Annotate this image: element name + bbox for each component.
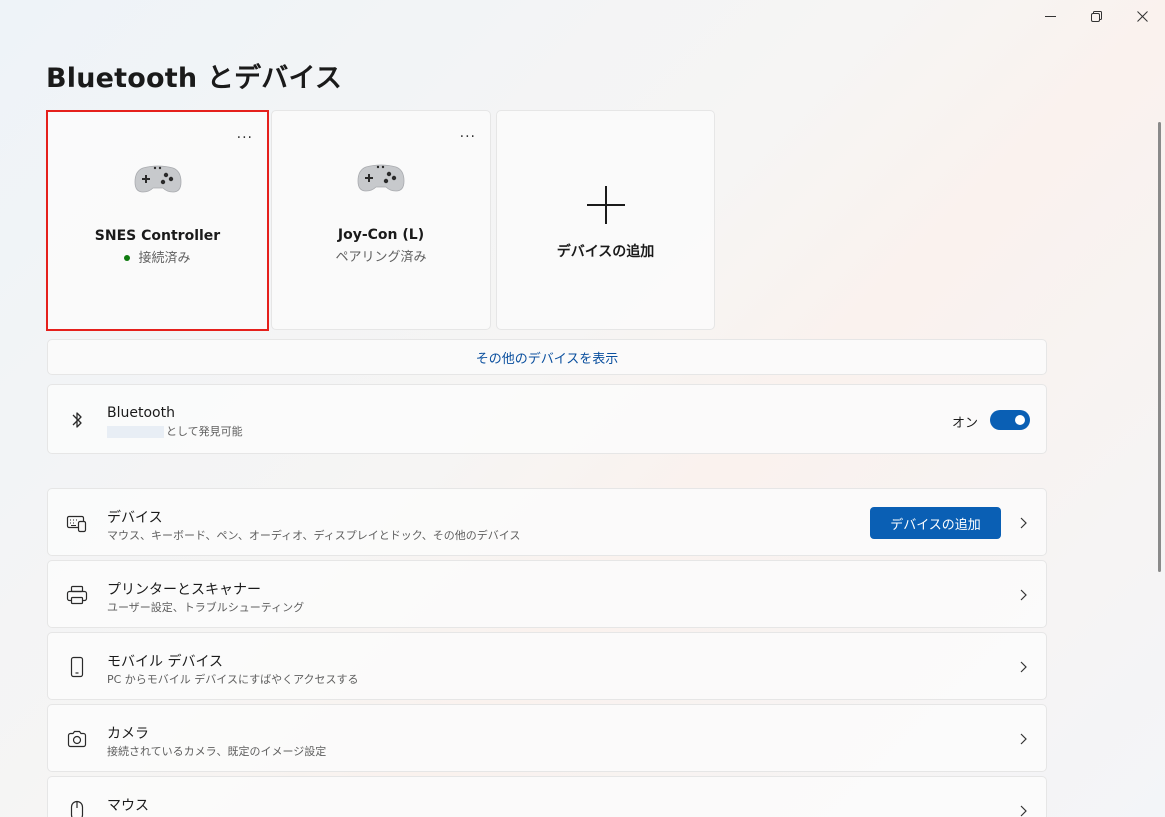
- row-subtitle: PC からモバイル デバイスにすばやくアクセスする: [107, 673, 359, 686]
- close-icon: [1136, 10, 1148, 22]
- add-device-button[interactable]: デバイスの追加: [870, 507, 1001, 539]
- restore-button[interactable]: [1073, 0, 1119, 32]
- row-title: モバイル デバイス: [107, 654, 224, 670]
- chevron-right-icon: [1020, 805, 1027, 817]
- bluetooth-row: Bluetooth として発見可能 オン: [47, 384, 1047, 454]
- bluetooth-toggle-label: オン: [951, 416, 978, 431]
- keyboard-icon: [66, 515, 87, 533]
- device-status-text: 接続済み: [138, 251, 191, 266]
- settings-row-printers[interactable]: プリンターとスキャナー ユーザー設定、トラブルシューティング: [47, 560, 1047, 628]
- chevron-right-icon: [1020, 661, 1027, 673]
- device-name: Joy-Con (L): [337, 227, 425, 243]
- redacted-device-name: [107, 426, 164, 438]
- add-device-card[interactable]: デバイスの追加: [496, 110, 715, 330]
- add-device-label: デバイスの追加: [556, 244, 655, 260]
- device-status: 接続済み: [48, 247, 267, 266]
- row-title: マウス: [107, 798, 149, 814]
- window-controls: [1027, 0, 1165, 32]
- show-more-devices-button[interactable]: その他のデバイスを表示: [47, 339, 1047, 375]
- gamepad-icon: [357, 164, 405, 192]
- bluetooth-toggle[interactable]: [990, 410, 1030, 430]
- toggle-knob: [1015, 415, 1025, 425]
- device-card-joy-con[interactable]: ... Joy-Con (L) ペアリング済み: [271, 110, 491, 330]
- more-options-button[interactable]: ...: [460, 125, 476, 141]
- settings-row-mouse[interactable]: マウス: [47, 776, 1047, 817]
- device-card-snes-controller[interactable]: ... SNES Controller 接続済み: [46, 110, 269, 331]
- camera-icon: [67, 730, 87, 748]
- row-title: デバイス: [107, 510, 163, 526]
- bluetooth-icon: [72, 412, 82, 428]
- row-subtitle: マウス、キーボード、ペン、オーディオ、ディスプレイとドック、その他のデバイス: [107, 529, 521, 542]
- mouse-icon: [70, 800, 84, 817]
- device-name: SNES Controller: [94, 228, 221, 244]
- plus-icon: [586, 186, 625, 224]
- phone-icon: [70, 656, 84, 678]
- row-subtitle: 接続されているカメラ、既定のイメージ設定: [107, 745, 327, 758]
- row-title: プリンターとスキャナー: [107, 582, 261, 598]
- settings-row-mobile-devices[interactable]: モバイル デバイス PC からモバイル デバイスにすばやくアクセスする: [47, 632, 1047, 700]
- row-subtitle: ユーザー設定、トラブルシューティング: [107, 601, 305, 614]
- connected-indicator: [124, 254, 131, 261]
- printer-icon: [66, 585, 88, 605]
- chevron-right-icon: [1020, 589, 1027, 601]
- minimize-icon: [1044, 15, 1056, 17]
- settings-row-camera[interactable]: カメラ 接続されているカメラ、既定のイメージ設定: [47, 704, 1047, 772]
- bluetooth-subtitle: として発見可能: [107, 423, 243, 439]
- chevron-right-icon: [1020, 517, 1027, 529]
- close-button[interactable]: [1119, 0, 1165, 32]
- restore-icon: [1090, 10, 1102, 22]
- row-title: カメラ: [107, 726, 149, 742]
- gamepad-icon: [134, 165, 181, 193]
- bluetooth-title: Bluetooth: [107, 405, 175, 421]
- chevron-right-icon: [1020, 733, 1027, 745]
- vertical-scrollbar[interactable]: [1158, 122, 1161, 572]
- bluetooth-subtitle-text: として発見可能: [166, 425, 243, 438]
- settings-row-devices[interactable]: デバイス マウス、キーボード、ペン、オーディオ、ディスプレイとドック、その他のデ…: [47, 488, 1047, 556]
- page-title: Bluetooth とデバイス: [46, 63, 343, 94]
- more-options-button[interactable]: ...: [237, 126, 253, 142]
- device-status-text: ペアリング済み: [335, 250, 427, 265]
- minimize-button[interactable]: [1027, 0, 1073, 32]
